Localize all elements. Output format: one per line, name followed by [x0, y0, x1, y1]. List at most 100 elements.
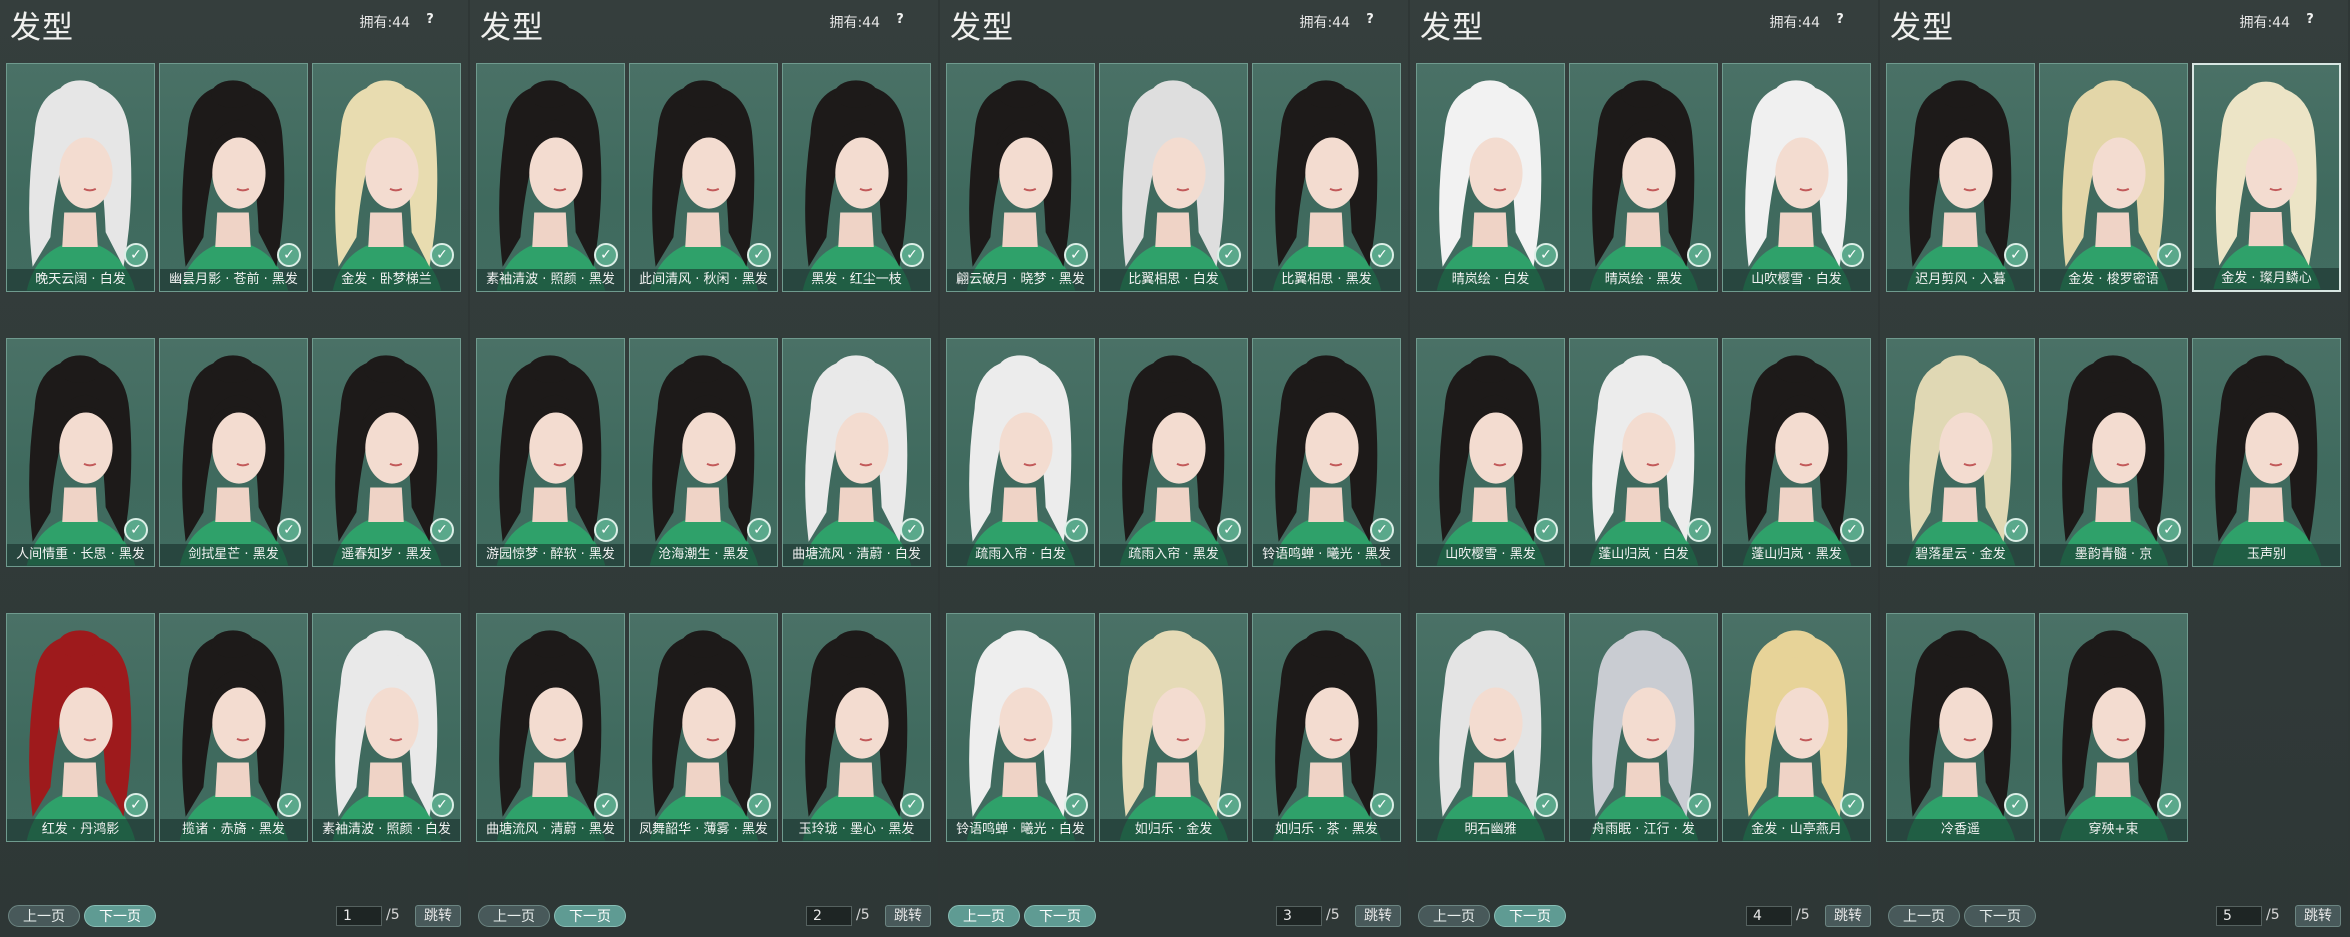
page-number-input[interactable]: 3	[1276, 906, 1322, 926]
next-page-button[interactable]: 下一页	[1024, 905, 1096, 927]
hairstyle-name: 人间情重 · 长思 · 黑发	[7, 544, 154, 566]
help-icon[interactable]: ?	[2300, 10, 2320, 30]
hairstyle-name: 晚天云阔 · 白发	[7, 269, 154, 291]
prev-page-button[interactable]: 上一页	[1888, 905, 1960, 927]
hairstyle-name: 比翼相思 · 白发	[1100, 269, 1247, 291]
hairstyle-card[interactable]: ✓ 玉玲珑 · 墨心 · 黑发	[782, 613, 931, 842]
hairstyle-card[interactable]: ✓ 揽诸 · 赤旖 · 黑发	[159, 613, 308, 842]
hairstyle-card[interactable]: ✓ 曲塘流风 · 清蔚 · 白发	[782, 338, 931, 567]
pagination-bar: 上一页 下一页 1 /5 跳转	[0, 901, 468, 931]
owned-check-icon: ✓	[2157, 793, 2181, 817]
jump-button[interactable]: 跳转	[1825, 905, 1871, 927]
hairstyle-card[interactable]: ✓ 沧海潮生 · 黑发	[629, 338, 778, 567]
hairstyle-card[interactable]: ✓ 山吹樱雪 · 白发	[1722, 63, 1871, 292]
owned-check-icon: ✓	[277, 793, 301, 817]
hairstyle-card[interactable]: 金发 · 璨月鳞心	[2192, 63, 2341, 292]
page-number-input[interactable]: 2	[806, 906, 852, 926]
owned-check-icon: ✓	[594, 793, 618, 817]
page-number-input[interactable]: 1	[336, 906, 382, 926]
owned-check-icon: ✓	[900, 243, 924, 267]
hairstyle-card[interactable]: ✓ 剑拭星芒 · 黑发	[159, 338, 308, 567]
hairstyle-card[interactable]: ✓ 比翼相思 · 白发	[1099, 63, 1248, 292]
hairstyle-card[interactable]: ✓ 冷香遥	[1886, 613, 2035, 842]
hairstyle-card[interactable]: ✓ 晴岚绘 · 黑发	[1569, 63, 1718, 292]
help-icon[interactable]: ?	[420, 10, 440, 30]
hairstyle-card[interactable]: ✓ 疏雨入帘 · 黑发	[1099, 338, 1248, 567]
owned-check-icon: ✓	[2157, 518, 2181, 542]
hairstyle-panel-5: 发型 拥有:44 ? ✓ 迟月剪风 · 入暮 ✓ 金发 · 梭罗密语 金发 · 璨月鳞心…	[1880, 0, 2348, 937]
help-icon[interactable]: ?	[1830, 10, 1850, 30]
hairstyle-card[interactable]: ✓ 人间情重 · 长思 · 黑发	[6, 338, 155, 567]
hairstyle-card[interactable]: ✓ 铃语鸣蝉 · 曦光 · 黑发	[1252, 338, 1401, 567]
hairstyle-card[interactable]: ✓ 遥春知岁 · 黑发	[312, 338, 461, 567]
pagination-bar: 上一页 下一页 3 /5 跳转	[940, 901, 1408, 931]
prev-page-button[interactable]: 上一页	[478, 905, 550, 927]
hairstyle-name: 金发 · 璨月鳞心	[2194, 268, 2339, 290]
hairstyle-card[interactable]: ✓ 疏雨入帘 · 白发	[946, 338, 1095, 567]
page-number-input[interactable]: 5	[2216, 906, 2262, 926]
hairstyle-name: 铃语鸣蝉 · 曦光 · 黑发	[1253, 544, 1400, 566]
hairstyle-card[interactable]: ✓ 红发 · 丹鸿影	[6, 613, 155, 842]
hairstyle-card[interactable]: ✓ 明石幽雅	[1416, 613, 1565, 842]
hairstyle-name: 素袖清波 · 照颜 · 白发	[313, 819, 460, 841]
owned-check-icon: ✓	[900, 518, 924, 542]
jump-button[interactable]: 跳转	[1355, 905, 1401, 927]
hairstyle-name: 如归乐 · 茶 · 黑发	[1253, 819, 1400, 841]
hairstyle-name: 翩云破月 · 晓梦 · 黑发	[947, 269, 1094, 291]
prev-page-button[interactable]: 上一页	[1418, 905, 1490, 927]
hairstyle-card[interactable]: ✓ 蓬山归岚 · 黑发	[1722, 338, 1871, 567]
hairstyle-card[interactable]: ✓ 游园惊梦 · 醉软 · 黑发	[476, 338, 625, 567]
hairstyle-card[interactable]: ✓ 穿殃+束	[2039, 613, 2188, 842]
hairstyle-card[interactable]: ✓ 凤舞韶华 · 薄雾 · 黑发	[629, 613, 778, 842]
pagination-bar: 上一页 下一页 5 /5 跳转	[1880, 901, 2348, 931]
pagination-bar: 上一页 下一页 2 /5 跳转	[470, 901, 938, 931]
page-total: /5	[1326, 907, 1340, 923]
hairstyle-card[interactable]: ✓ 舟雨眠 · 江行 · 发	[1569, 613, 1718, 842]
owned-check-icon: ✓	[2004, 243, 2028, 267]
hairstyle-card[interactable]: ✓ 翩云破月 · 晓梦 · 黑发	[946, 63, 1095, 292]
help-icon[interactable]: ?	[890, 10, 910, 30]
owned-check-icon: ✓	[1534, 793, 1558, 817]
hairstyle-name: 铃语鸣蝉 · 曦光 · 白发	[947, 819, 1094, 841]
owned-count: 拥有:44	[1299, 15, 1350, 31]
hairstyle-card[interactable]: ✓ 晚天云阔 · 白发	[6, 63, 155, 292]
hairstyle-card[interactable]: ✓ 山吹樱雪 · 黑发	[1416, 338, 1565, 567]
hairstyle-card[interactable]: ✓ 金发 · 山亭燕月	[1722, 613, 1871, 842]
hairstyle-card[interactable]: ✓ 幽昙月影 · 苍前 · 黑发	[159, 63, 308, 292]
next-page-button[interactable]: 下一页	[1494, 905, 1566, 927]
hairstyle-card[interactable]: ✓ 比翼相思 · 黑发	[1252, 63, 1401, 292]
hairstyle-card[interactable]: ✓ 迟月剪风 · 入暮	[1886, 63, 2035, 292]
hairstyle-name: 玉玲珑 · 墨心 · 黑发	[783, 819, 930, 841]
hairstyle-card[interactable]: ✓ 素袖清波 · 照颜 · 黑发	[476, 63, 625, 292]
hairstyle-card[interactable]: ✓ 曲塘流风 · 清蔚 · 黑发	[476, 613, 625, 842]
jump-button[interactable]: 跳转	[415, 905, 461, 927]
next-page-button[interactable]: 下一页	[84, 905, 156, 927]
hairstyle-card[interactable]: 玉声别	[2192, 338, 2341, 567]
jump-button[interactable]: 跳转	[885, 905, 931, 927]
hairstyle-name: 曲塘流风 · 清蔚 · 黑发	[477, 819, 624, 841]
hairstyle-card[interactable]: ✓ 铃语鸣蝉 · 曦光 · 白发	[946, 613, 1095, 842]
prev-page-button[interactable]: 上一页	[8, 905, 80, 927]
hairstyle-card[interactable]: ✓ 金发 · 梭罗密语	[2039, 63, 2188, 292]
next-page-button[interactable]: 下一页	[554, 905, 626, 927]
hairstyle-card[interactable]: ✓ 如归乐 · 金发	[1099, 613, 1248, 842]
owned-check-icon: ✓	[2004, 518, 2028, 542]
jump-button[interactable]: 跳转	[2295, 905, 2341, 927]
hairstyle-card[interactable]: ✓ 蓬山归岚 · 白发	[1569, 338, 1718, 567]
hairstyle-card[interactable]: ✓ 墨韵青髓 · 京	[2039, 338, 2188, 567]
hairstyle-card[interactable]: ✓ 晴岚绘 · 白发	[1416, 63, 1565, 292]
hairstyle-card[interactable]: ✓ 碧落星云 · 金发	[1886, 338, 2035, 567]
hairstyle-name: 如归乐 · 金发	[1100, 819, 1247, 841]
page-number-input[interactable]: 4	[1746, 906, 1792, 926]
hairstyle-card[interactable]: ✓ 如归乐 · 茶 · 黑发	[1252, 613, 1401, 842]
hairstyle-name: 舟雨眠 · 江行 · 发	[1570, 819, 1717, 841]
hairstyle-card[interactable]: ✓ 素袖清波 · 照颜 · 白发	[312, 613, 461, 842]
hairstyle-card[interactable]: ✓ 黑发 · 红尘一枝	[782, 63, 931, 292]
hairstyle-card[interactable]: ✓ 金发 · 卧梦梯兰	[312, 63, 461, 292]
next-page-button[interactable]: 下一页	[1964, 905, 2036, 927]
help-icon[interactable]: ?	[1360, 10, 1380, 30]
owned-check-icon: ✓	[1370, 793, 1394, 817]
prev-page-button[interactable]: 上一页	[948, 905, 1020, 927]
owned-check-icon: ✓	[1370, 518, 1394, 542]
hairstyle-card[interactable]: ✓ 此间清风 · 秋闲 · 黑发	[629, 63, 778, 292]
